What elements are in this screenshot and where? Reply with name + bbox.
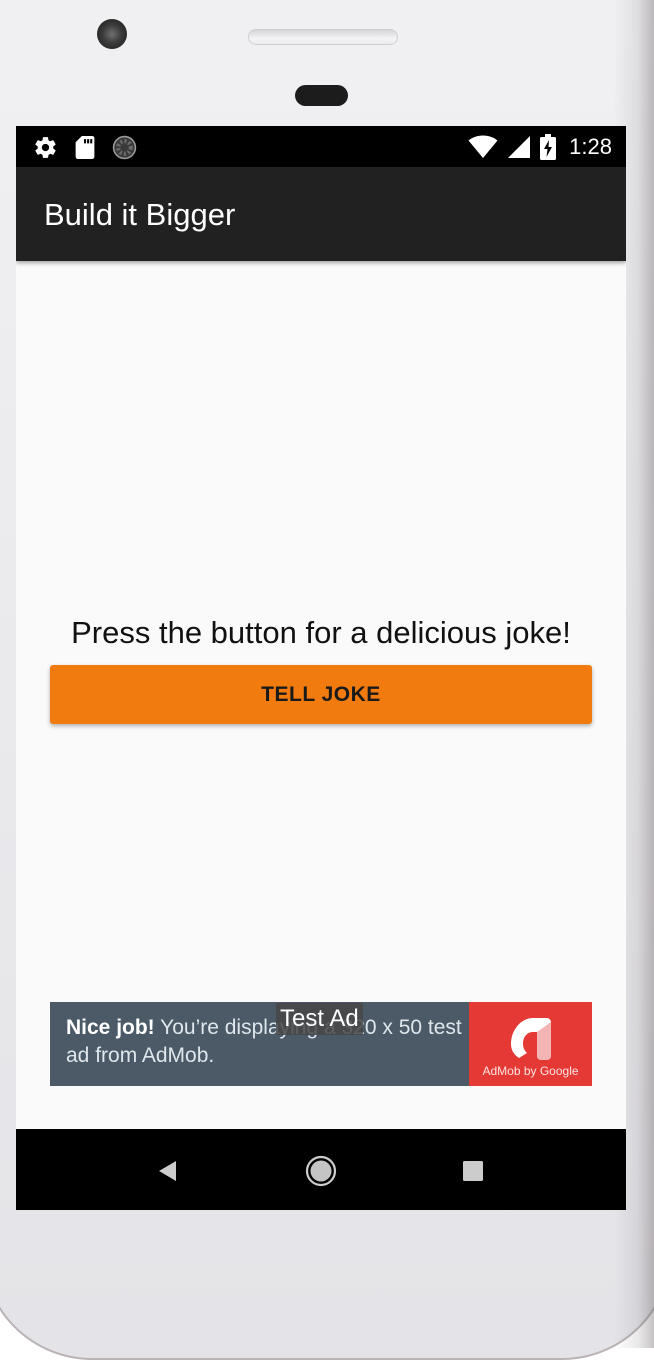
ad-text-lead: Nice job!	[66, 1016, 155, 1039]
wifi-icon	[468, 135, 498, 158]
tell-joke-button[interactable]: TELL JOKE	[50, 665, 592, 724]
ad-text: Nice job! You’re displaying a 320 x 50 t…	[66, 1014, 466, 1070]
admob-logo-panel: AdMob by Google	[469, 1002, 592, 1086]
instructions-text: Press the button for a delicious joke!	[71, 615, 571, 650]
recents-button[interactable]	[453, 1151, 493, 1191]
status-bar: 1:28	[16, 126, 626, 167]
proximity-sensor	[295, 85, 348, 106]
sync-icon	[112, 135, 137, 159]
status-time: 1:28	[569, 134, 612, 159]
cell-signal-icon	[508, 136, 531, 158]
back-icon	[159, 1161, 176, 1181]
battery-charging-icon	[540, 134, 557, 160]
test-ad-label: Test Ad	[276, 1003, 363, 1035]
app-bar: Build it Bigger	[16, 167, 626, 261]
status-right-icons: 1:28	[468, 134, 612, 160]
status-left-icons	[33, 134, 137, 160]
back-button[interactable]	[148, 1151, 188, 1191]
recents-icon	[463, 1161, 483, 1181]
admob-logo-icon	[511, 1018, 551, 1060]
home-button[interactable]	[301, 1151, 341, 1191]
admob-logo-caption: AdMob by Google	[482, 1064, 579, 1078]
device-screen: 1:28 Build it Bigger Press the button fo…	[16, 126, 626, 1210]
gear-icon	[35, 136, 56, 158]
navigation-bar	[16, 1129, 626, 1210]
sd-card-icon	[75, 135, 95, 159]
front-camera	[97, 19, 127, 49]
home-icon	[305, 1155, 337, 1187]
app-title: Build it Bigger	[44, 197, 236, 232]
earpiece-speaker	[248, 29, 398, 45]
